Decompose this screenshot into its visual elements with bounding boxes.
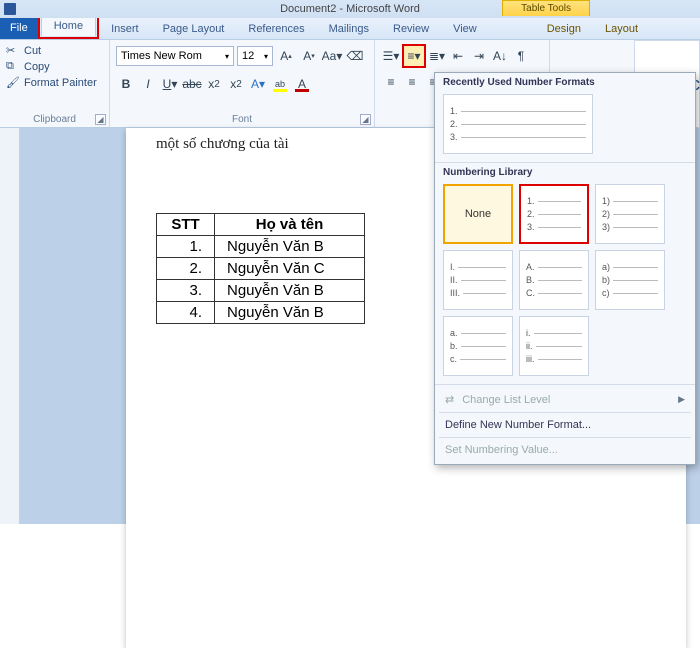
eraser-icon: ⌫ [347,49,364,63]
italic-button[interactable]: I [138,74,158,94]
clipboard-dialog-launcher[interactable]: ◢ [95,114,106,125]
sort-button[interactable]: A↓ [490,46,510,66]
numbering-option-decimal-paren[interactable]: 1) 2) 3) [595,184,665,244]
increase-indent-button[interactable]: ⇥ [469,46,489,66]
format-painter-button[interactable]: 🖌 Format Painter [6,75,103,91]
tab-insert[interactable]: Insert [99,20,151,39]
bold-button[interactable]: B [116,74,136,94]
numbering-footer: ⇄ Change List Level ▶ Define New Number … [435,385,695,460]
numbering-library-label: Numbering Library [435,163,695,180]
title-bar: Document2 - Microsoft Word Table Tools [0,0,700,18]
define-new-number-format[interactable]: Define New Number Format... [435,415,695,435]
table-header-name[interactable]: Họ và tên [215,214,365,236]
decrease-indent-button[interactable]: ⇤ [448,46,468,66]
tab-view[interactable]: View [441,20,489,39]
numbering-button[interactable]: ≡▾ [404,46,424,66]
recently-used-label: Recently Used Number Formats [435,73,695,90]
table-row[interactable]: 2.Nguyễn Văn C [157,258,365,280]
show-marks-button[interactable]: ¶ [511,46,531,66]
align-left-button[interactable]: ≡ [381,72,401,92]
tab-page-layout[interactable]: Page Layout [151,20,237,39]
subscript-button[interactable]: x2 [204,74,224,94]
superscript-button[interactable]: x2 [226,74,246,94]
bullets-button[interactable]: ☰▾ [381,46,401,66]
group-label-font: Font [110,114,374,125]
table-tools-contextual-tab-label: Table Tools [502,0,590,16]
cut-button[interactable]: ✂ Cut [6,43,103,59]
set-numbering-value: Set Numbering Value... [435,440,695,460]
tab-mailings[interactable]: Mailings [317,20,381,39]
numbering-option-roman-lower[interactable]: i. ii. iii. [519,316,589,376]
font-dialog-launcher[interactable]: ◢ [360,114,371,125]
numbering-icon: ≡ [407,49,414,63]
highlight-numbering: ≡▾ [402,44,426,68]
table-row[interactable]: 3.Nguyễn Văn B [157,280,365,302]
shrink-font-button[interactable]: A▾ [299,46,319,66]
tab-review[interactable]: Review [381,20,441,39]
numbering-recent-item[interactable]: 1. 2. 3. [443,94,593,154]
font-size-combo[interactable]: 12▾ [237,46,273,66]
ribbon-tabs: File Home Insert Page Layout References … [0,18,700,40]
numbering-dropdown: Recently Used Number Formats 1. 2. 3. Nu… [434,72,696,465]
highlight-color-button[interactable]: ab [270,74,290,94]
tab-table-layout[interactable]: Layout [593,20,650,39]
numbering-option-decimal[interactable]: 1. 2. 3. [519,184,589,244]
table-header-row[interactable]: STT Họ và tên [157,214,365,236]
numbering-none[interactable]: None [443,184,513,244]
change-level-icon: ⇄ [445,393,454,406]
table-row[interactable]: 4.Nguyễn Văn B [157,302,365,324]
grow-font-button[interactable]: A▴ [276,46,296,66]
tab-home[interactable]: Home [41,16,96,36]
window-title: Document2 - Microsoft Word [280,3,420,15]
clear-formatting-button[interactable]: ⌫ [345,46,365,66]
app-icon [4,3,16,15]
brush-icon: 🖌 [6,76,20,90]
group-font: Times New Rom▾ 12▾ A▴ A▾ Aa▾ ⌫ B I U▾ ab… [110,40,375,127]
numbering-option-alpha-lower[interactable]: a. b. c. [443,316,513,376]
numbering-option-alpha-upper[interactable]: A. B. C. [519,250,589,310]
table-header-stt[interactable]: STT [157,214,215,236]
tab-table-design[interactable]: Design [535,20,593,39]
bullets-icon: ☰ [383,49,394,63]
tab-file[interactable]: File [0,17,38,39]
text-effects-button[interactable]: A▾ [248,74,268,94]
align-center-button[interactable]: ≡ [402,72,422,92]
group-clipboard: ✂ Cut ⧉ Copy 🖌 Format Painter Clipboard … [0,40,110,127]
chevron-right-icon: ▶ [678,394,685,405]
underline-button[interactable]: U▾ [160,74,180,94]
numbering-option-roman-upper[interactable]: I. II. III. [443,250,513,310]
copy-icon: ⧉ [6,60,20,74]
vertical-ruler[interactable] [0,128,20,524]
group-label-clipboard: Clipboard [0,114,109,125]
copy-button[interactable]: ⧉ Copy [6,59,103,75]
table-row[interactable]: 1.Nguyễn Văn B [157,236,365,258]
change-list-level: ⇄ Change List Level ▶ [435,389,695,410]
scissors-icon: ✂ [6,44,20,58]
font-name-combo[interactable]: Times New Rom▾ [116,46,234,66]
tab-references[interactable]: References [236,20,316,39]
document-table[interactable]: STT Họ và tên 1.Nguyễn Văn B 2.Nguyễn Vă… [156,213,365,324]
multilevel-list-button[interactable]: ≣▾ [427,46,447,66]
numbering-option-alpha-lower-paren[interactable]: a) b) c) [595,250,665,310]
strikethrough-button[interactable]: abc [182,74,202,94]
font-color-button[interactable]: A [292,74,312,94]
change-case-button[interactable]: Aa▾ [322,46,342,66]
